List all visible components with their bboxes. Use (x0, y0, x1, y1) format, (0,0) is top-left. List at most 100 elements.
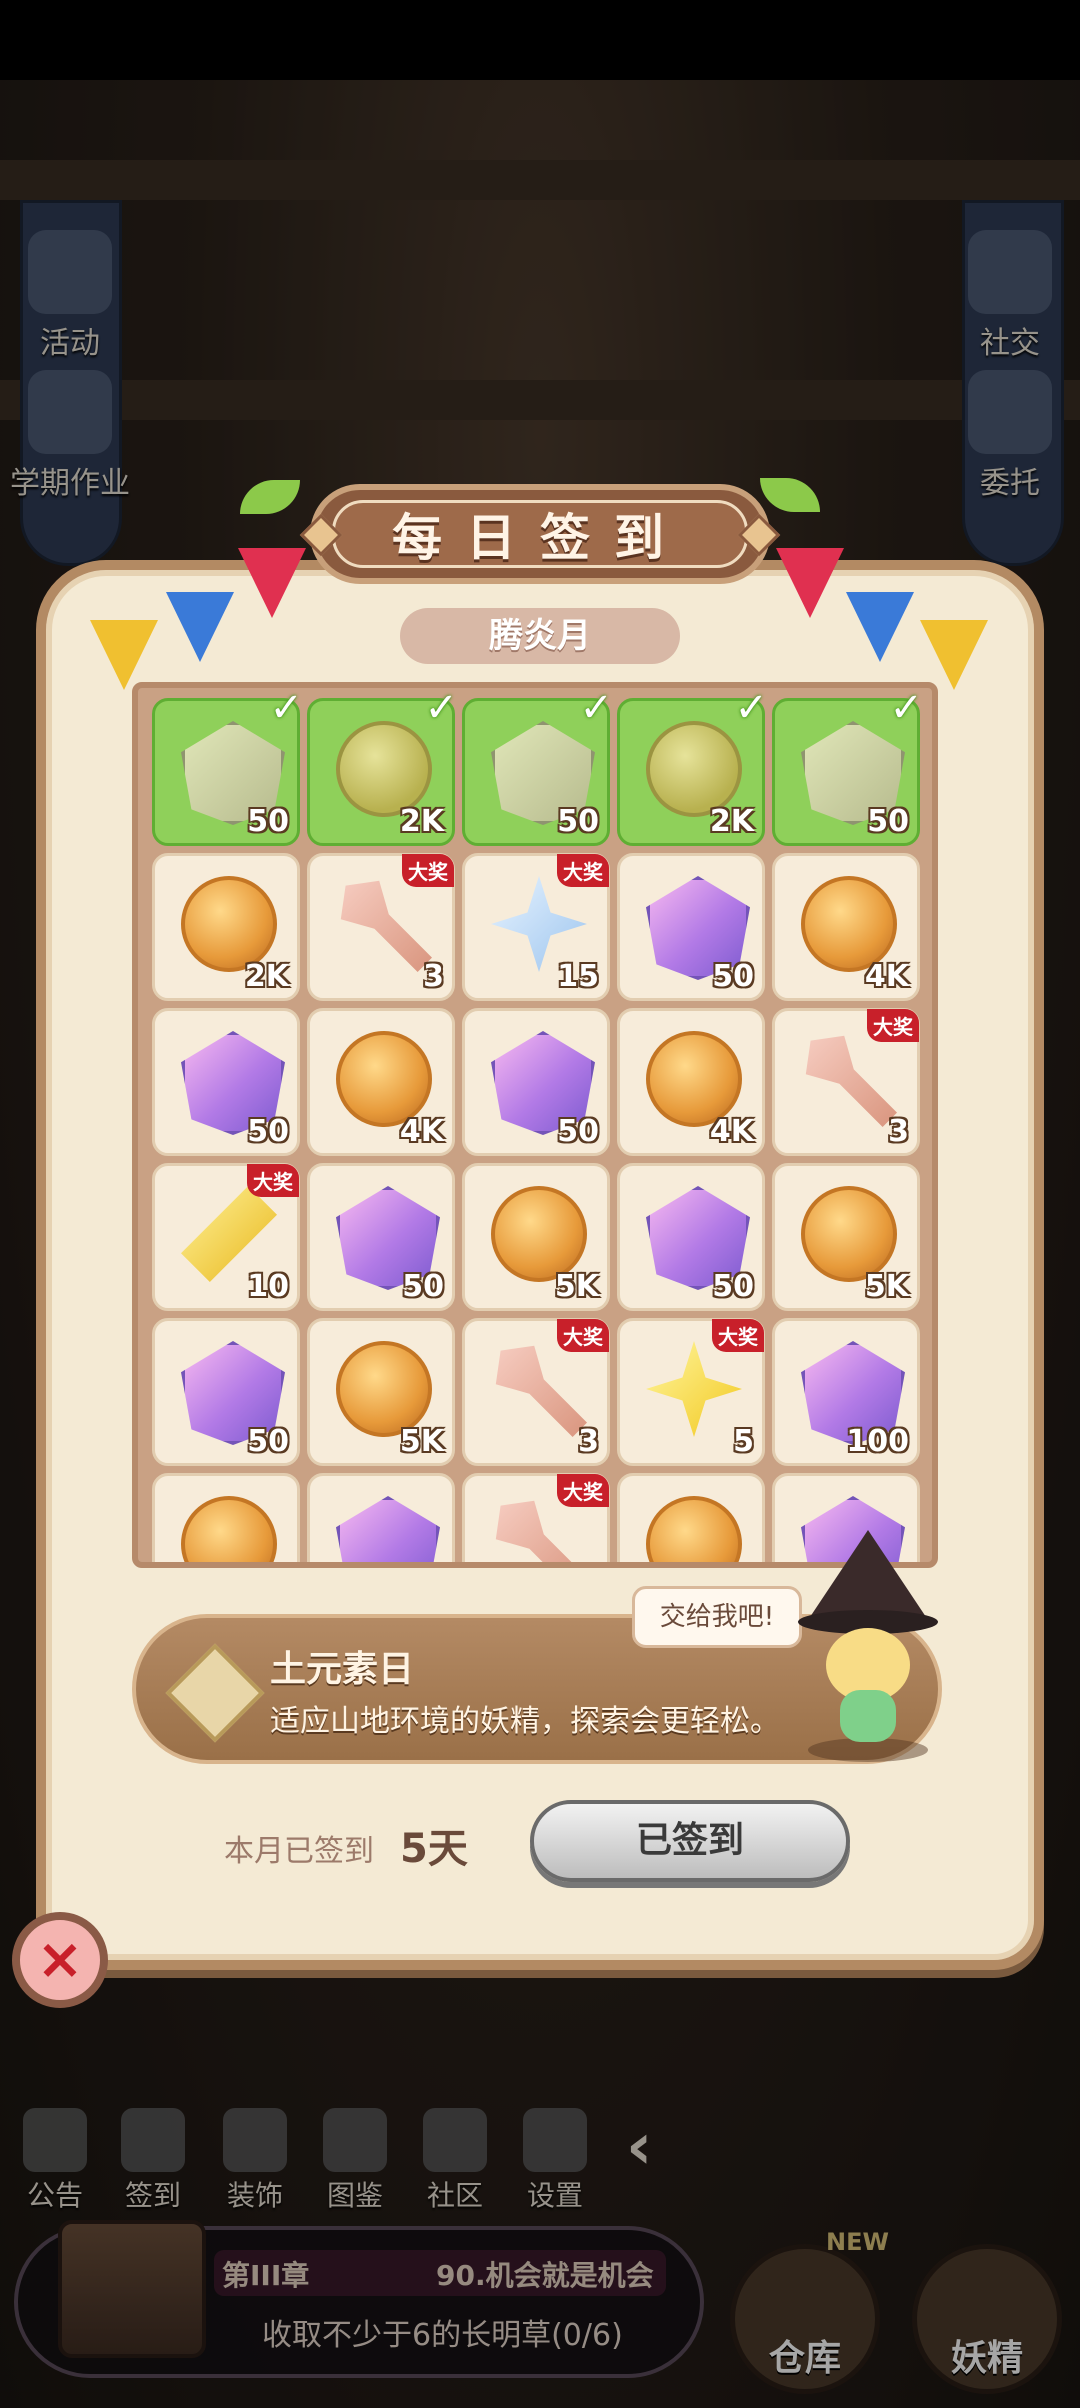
reward-cell[interactable] (307, 1473, 455, 1562)
coin-icon (801, 1186, 897, 1282)
grand-prize-badge: 大奖 (867, 1009, 919, 1042)
bunting-flag-icon (166, 592, 234, 662)
reward-count: 50 (402, 1269, 444, 1304)
earth-element-icon (165, 1643, 265, 1743)
element-day-title: 土元素日 (270, 1649, 415, 1690)
grand-prize-badge: 大奖 (247, 1164, 299, 1197)
reward-count: 50 (557, 1114, 599, 1149)
reward-count: 10 (247, 1269, 289, 1304)
reward-cell[interactable]: 50 (152, 1318, 300, 1466)
reward-count: 2K (399, 804, 444, 839)
dialog-title: 每日签到 (332, 500, 748, 568)
checkmark-icon: ✓ (889, 685, 923, 731)
reward-count: 50 (557, 804, 599, 839)
reward-count: 4K (864, 959, 909, 994)
coin-dim-icon (336, 721, 432, 817)
title-plate: 每日签到 (310, 484, 770, 584)
reward-count: 50 (712, 1269, 754, 1304)
reward-cell[interactable]: ✓ 50 (152, 688, 303, 846)
reward-cell[interactable]: 50 (617, 1163, 765, 1311)
coin-icon (336, 1341, 432, 1437)
checkmark-icon: ✓ (579, 685, 613, 731)
reward-cell[interactable]: 4K (772, 853, 920, 1001)
element-day-description: 适应山地环境的妖精，探索会更轻松。 (270, 1704, 780, 1739)
signin-button[interactable]: 已签到 (530, 1800, 850, 1882)
grand-prize-badge: 大奖 (557, 854, 609, 887)
checkmark-icon: ✓ (424, 685, 458, 731)
reward-cell[interactable]: 大奖 5 (617, 1318, 765, 1466)
speech-bubble: 交给我吧! (632, 1586, 802, 1648)
reward-count: 50 (867, 804, 909, 839)
reward-cell[interactable]: 4K (617, 1008, 765, 1156)
coin-icon (336, 1031, 432, 1127)
reward-count: 2K (709, 804, 754, 839)
reward-cell[interactable]: 大奖 3 (772, 1008, 920, 1156)
reward-cell[interactable]: 50 (152, 1008, 300, 1156)
reward-cell[interactable]: 100 (772, 1318, 920, 1466)
bunting-flag-icon (846, 592, 914, 662)
reward-cell[interactable]: 大奖 (462, 1473, 610, 1562)
reward-grid: ✓ 50 ✓ 2K ✓ 50 ✓ 2K ✓ 50 2K 大奖 3 大奖 15 50 4K 50 4K 50 4K 大奖 3 大… (152, 688, 923, 1562)
reward-count: 5 (733, 1424, 754, 1459)
reward-count: 3 (888, 1114, 909, 1149)
reward-cell[interactable]: 大奖 15 (462, 853, 610, 1001)
reward-cell[interactable]: 50 (617, 853, 765, 1001)
checkmark-icon: ✓ (269, 685, 303, 731)
reward-count: 50 (247, 804, 289, 839)
reward-count: 100 (846, 1424, 909, 1459)
reward-cell[interactable] (152, 1473, 300, 1562)
reward-cell[interactable]: 5K (772, 1163, 920, 1311)
reward-cell[interactable]: 4K (307, 1008, 455, 1156)
reward-cell[interactable]: 50 (462, 1008, 610, 1156)
reward-cell[interactable]: 2K (152, 853, 300, 1001)
reward-cell[interactable]: 5K (462, 1163, 610, 1311)
reward-count: 2K (244, 959, 289, 994)
grand-prize-badge: 大奖 (557, 1474, 609, 1507)
bunting-flag-icon (90, 620, 158, 690)
reward-cell[interactable]: ✓ 50 (772, 688, 923, 846)
reward-count: 5K (554, 1269, 599, 1304)
reward-count: 15 (557, 959, 599, 994)
bunting-flag-icon (920, 620, 988, 690)
reward-cell[interactable]: 5K (307, 1318, 455, 1466)
star-yellow-icon (646, 1341, 742, 1437)
reward-cell[interactable] (617, 1473, 765, 1562)
signed-count-label: 本月已签到 (224, 1834, 374, 1869)
reward-count: 5K (399, 1424, 444, 1459)
reward-cell[interactable]: ✓ 2K (307, 688, 458, 846)
checkmark-icon: ✓ (734, 685, 768, 731)
reward-grid-frame: ✓ 50 ✓ 2K ✓ 50 ✓ 2K ✓ 50 2K 大奖 3 大奖 15 50 4K 50 4K 50 4K 大奖 3 大… (132, 682, 938, 1568)
coin-icon (491, 1186, 587, 1282)
reward-count: 50 (247, 1114, 289, 1149)
gem-icon (336, 1496, 440, 1562)
month-ribbon: 腾炎月 (400, 608, 680, 664)
reward-cell[interactable]: 大奖 3 (462, 1318, 610, 1466)
coin-icon (646, 1031, 742, 1127)
grand-prize-badge: 大奖 (402, 854, 454, 887)
fairy-character (798, 1510, 938, 1762)
bunting-flag-icon (238, 548, 306, 618)
reward-cell[interactable]: ✓ 2K (617, 688, 768, 846)
reward-cell[interactable]: ✓ 50 (462, 688, 613, 846)
key-icon (805, 1035, 897, 1127)
reward-count: 5K (864, 1269, 909, 1304)
reward-count: 4K (399, 1114, 444, 1149)
reward-count: 3 (423, 959, 444, 994)
key-icon (340, 880, 432, 972)
signed-count-value: 5天 (400, 1826, 468, 1872)
coin-dim-icon (646, 721, 742, 817)
reward-count: 4K (709, 1114, 754, 1149)
shard-yellow-icon (181, 1186, 277, 1282)
key-icon (495, 1345, 587, 1437)
grand-prize-badge: 大奖 (557, 1319, 609, 1352)
reward-count: 50 (247, 1424, 289, 1459)
coin-icon (801, 876, 897, 972)
reward-cell[interactable]: 大奖 3 (307, 853, 455, 1001)
reward-cell[interactable]: 大奖 10 (152, 1163, 300, 1311)
reward-count: 50 (712, 959, 754, 994)
reward-cell[interactable]: 50 (307, 1163, 455, 1311)
star-blue-icon (491, 876, 587, 972)
close-icon[interactable]: × (12, 1912, 108, 2008)
grand-prize-badge: 大奖 (712, 1319, 764, 1352)
coin-icon (181, 1496, 277, 1562)
